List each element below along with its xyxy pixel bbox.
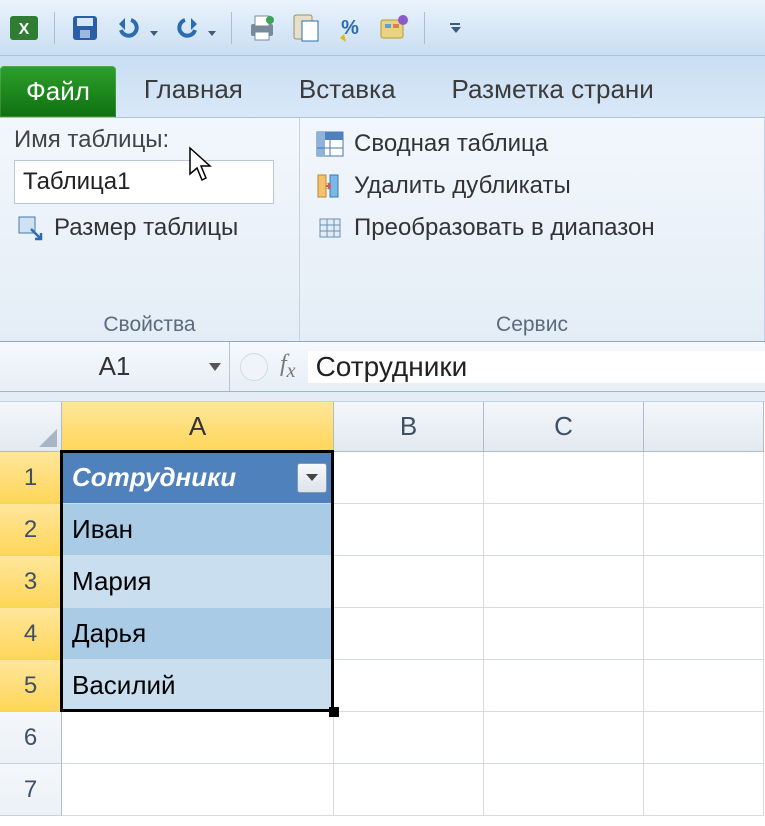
remove-duplicates-icon	[316, 172, 344, 200]
cell-A5[interactable]: Василий	[62, 660, 334, 712]
name-box[interactable]: A1	[0, 342, 230, 391]
quick-access-toolbar: X %	[0, 0, 765, 56]
redo-button[interactable]	[169, 10, 219, 46]
cell-C5[interactable]	[484, 660, 644, 712]
cell-D2[interactable]	[644, 504, 764, 556]
col-header-A[interactable]: A	[62, 402, 334, 452]
remove-duplicates-label: Удалить дубликаты	[354, 172, 571, 200]
table-name-input[interactable]	[14, 160, 274, 204]
save-icon[interactable]	[67, 10, 103, 46]
pivot-table-label: Сводная таблица	[354, 130, 548, 158]
cells: Сотрудники Иван Мария Дарья Василий	[62, 452, 765, 816]
cell-B5[interactable]	[334, 660, 484, 712]
cell-C4[interactable]	[484, 608, 644, 660]
percent-style-icon[interactable]: %	[332, 10, 368, 46]
col-header-C[interactable]: C	[484, 402, 644, 452]
col-header-D[interactable]	[644, 402, 764, 452]
tab-file[interactable]: Файл	[0, 66, 116, 117]
cell-C6[interactable]	[484, 712, 644, 764]
convert-range-label: Преобразовать в диапазон	[354, 214, 655, 242]
tools-icon[interactable]	[376, 10, 412, 46]
cell-A6[interactable]	[62, 712, 334, 764]
cell-B3[interactable]	[334, 556, 484, 608]
cancel-formula-icon	[240, 353, 268, 381]
fx-icon[interactable]: fx	[280, 351, 296, 383]
grid-area: 1 2 3 4 5 6 7 Сотрудники Иван Мария	[0, 452, 765, 816]
customize-qat-icon[interactable]	[437, 10, 473, 46]
convert-range-button[interactable]: Преобразовать в диапазон	[314, 210, 750, 246]
group-label-tools: Сервис	[314, 307, 750, 337]
cell-A7[interactable]	[62, 764, 334, 816]
cell-C7[interactable]	[484, 764, 644, 816]
cell-D5[interactable]	[644, 660, 764, 712]
row-header-6[interactable]: 6	[0, 712, 62, 764]
cell-A3[interactable]: Мария	[62, 556, 334, 608]
svg-text:X: X	[19, 21, 30, 38]
group-label-properties: Свойства	[14, 307, 285, 337]
undo-button[interactable]	[111, 10, 161, 46]
cell-B6[interactable]	[334, 712, 484, 764]
table-name-label: Имя таблицы:	[14, 126, 285, 154]
cell-C1[interactable]	[484, 452, 644, 504]
remove-duplicates-button[interactable]: Удалить дубликаты	[314, 168, 750, 204]
col-header-B[interactable]: B	[334, 402, 484, 452]
tab-home[interactable]: Главная	[116, 64, 271, 117]
resize-table-label: Размер таблицы	[54, 214, 238, 242]
quick-print-icon[interactable]	[244, 10, 280, 46]
row-header-1[interactable]: 1	[0, 452, 62, 504]
cell-D6[interactable]	[644, 712, 764, 764]
chevron-down-icon	[209, 363, 221, 371]
table-header-label: Сотрудники	[72, 462, 236, 493]
row-header-5[interactable]: 5	[0, 660, 62, 712]
paste-icon[interactable]	[288, 10, 324, 46]
filter-dropdown-button[interactable]	[297, 463, 327, 493]
convert-range-icon	[316, 214, 344, 242]
cell-B4[interactable]	[334, 608, 484, 660]
cell-C3[interactable]	[484, 556, 644, 608]
pivot-table-button[interactable]: Сводная таблица	[314, 126, 750, 162]
column-headers-row: A B C	[0, 402, 765, 452]
row-header-4[interactable]: 4	[0, 608, 62, 660]
row-header-7[interactable]: 7	[0, 764, 62, 816]
ribbon-tabs: Файл Главная Вставка Разметка страни	[0, 56, 765, 118]
formula-input[interactable]	[308, 351, 765, 383]
tab-insert[interactable]: Вставка	[271, 64, 424, 117]
cell-C2[interactable]	[484, 504, 644, 556]
cell-B7[interactable]	[334, 764, 484, 816]
cell-B1[interactable]	[334, 452, 484, 504]
cell-A1[interactable]: Сотрудники	[62, 452, 334, 504]
ribbon-body: Имя таблицы: Размер таблицы Свойства Сво…	[0, 118, 765, 342]
name-box-value: A1	[99, 351, 131, 382]
ribbon-group-tools: Сводная таблица Удалить дубликаты Преобр…	[300, 118, 765, 341]
cell-D3[interactable]	[644, 556, 764, 608]
cell-D7[interactable]	[644, 764, 764, 816]
pivot-table-icon	[316, 130, 344, 158]
cell-A4[interactable]: Дарья	[62, 608, 334, 660]
resize-table-button[interactable]: Размер таблицы	[14, 210, 285, 246]
row-header-2[interactable]: 2	[0, 504, 62, 556]
cell-B2[interactable]	[334, 504, 484, 556]
tab-page-layout[interactable]: Разметка страни	[424, 64, 682, 117]
cell-A2[interactable]: Иван	[62, 504, 334, 556]
ribbon-group-properties: Имя таблицы: Размер таблицы Свойства	[0, 118, 300, 341]
formula-bar-row: A1 fx	[0, 342, 765, 392]
excel-icon[interactable]: X	[6, 10, 42, 46]
resize-table-icon	[16, 214, 44, 242]
cell-D4[interactable]	[644, 608, 764, 660]
cell-D1[interactable]	[644, 452, 764, 504]
select-all-corner[interactable]	[0, 402, 62, 452]
row-header-3[interactable]: 3	[0, 556, 62, 608]
